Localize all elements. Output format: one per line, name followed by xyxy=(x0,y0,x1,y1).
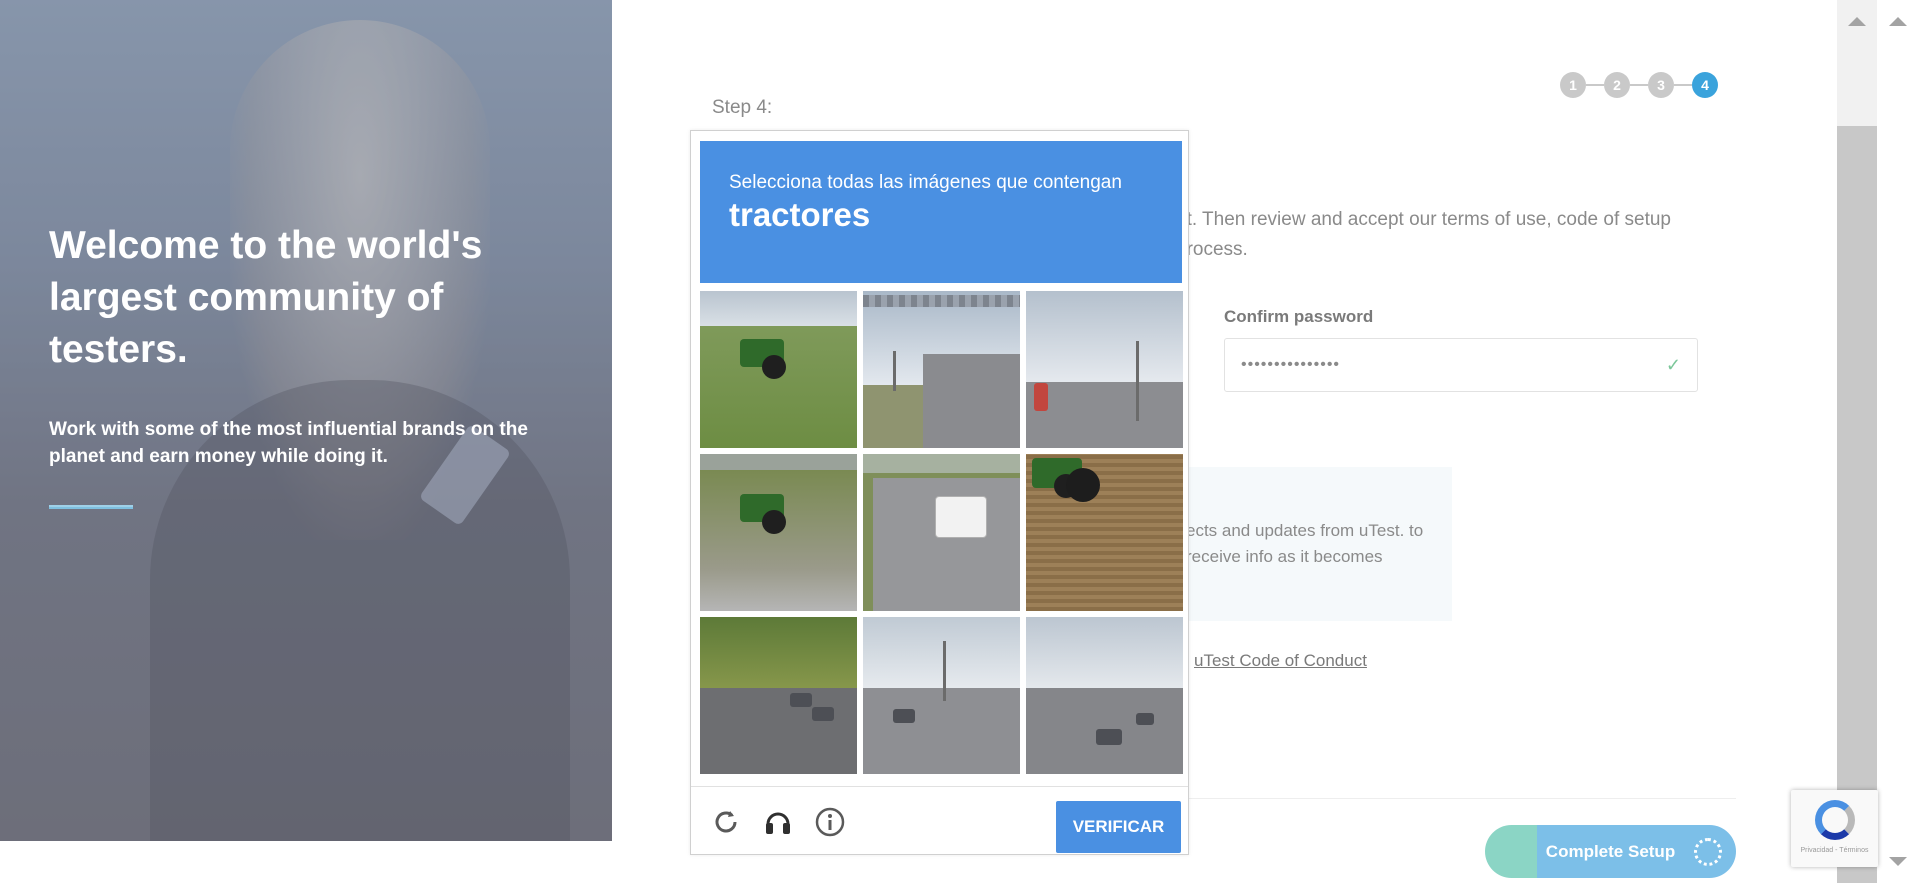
info-icon[interactable] xyxy=(813,805,847,839)
step-indicator: 1 2 3 4 xyxy=(1560,72,1718,98)
form-divider xyxy=(1186,798,1736,799)
captcha-tile[interactable] xyxy=(700,291,857,448)
confirm-password-value: ••••••••••••••• xyxy=(1241,356,1341,373)
captcha-tile[interactable] xyxy=(700,617,857,774)
recaptcha-badge[interactable]: Privacidad - Términos xyxy=(1791,790,1878,867)
hero-panel: Welcome to the world's largest community… xyxy=(0,0,612,841)
scroll-up-icon[interactable] xyxy=(1848,17,1866,26)
step-connector xyxy=(1586,84,1604,86)
hero-subtitle: Work with some of the most influential b… xyxy=(49,419,528,467)
audio-icon[interactable] xyxy=(761,805,795,839)
captcha-tile[interactable] xyxy=(863,291,1020,448)
captcha-header: Selecciona todas las imágenes que conten… xyxy=(700,141,1182,283)
captcha-target: tractores xyxy=(729,196,871,233)
inner-scrollbar[interactable] xyxy=(1837,0,1877,883)
step-description: nt. Then review and accept our terms of … xyxy=(1176,209,1671,260)
step-4: 4 xyxy=(1692,72,1718,98)
complete-setup-button[interactable]: Complete Setup xyxy=(1485,825,1736,878)
step-3: 3 xyxy=(1648,72,1674,98)
step-2: 2 xyxy=(1604,72,1630,98)
confirm-password-label: Confirm password xyxy=(1224,307,1374,326)
step-connector xyxy=(1630,84,1648,86)
captcha-tile[interactable] xyxy=(1026,291,1183,448)
loading-spinner-icon xyxy=(1694,838,1722,866)
outer-scrollbar[interactable] xyxy=(1877,0,1920,883)
recaptcha-terms: Privacidad - Términos xyxy=(1800,847,1869,854)
code-of-conduct-link[interactable]: uTest Code of Conduct xyxy=(1194,651,1367,671)
captcha-footer: VERIFICAR xyxy=(691,786,1188,854)
reload-icon[interactable] xyxy=(709,805,743,839)
captcha-tile[interactable] xyxy=(1026,617,1183,774)
verify-button[interactable]: VERIFICAR xyxy=(1056,801,1181,853)
check-icon: ✓ xyxy=(1665,354,1681,375)
step-1: 1 xyxy=(1560,72,1586,98)
hero-accent-bar xyxy=(49,505,133,509)
captcha-tile-grid xyxy=(700,291,1183,774)
confirm-password-field[interactable]: ••••••••••••••• ✓ xyxy=(1224,338,1698,392)
hero-title: Welcome to the world's largest community… xyxy=(49,224,483,371)
scroll-up-icon[interactable] xyxy=(1889,17,1907,26)
step-connector xyxy=(1674,84,1692,86)
captcha-tile[interactable] xyxy=(863,617,1020,774)
newsletter-info-text: ects and updates from uTest. to receive … xyxy=(1186,521,1424,566)
captcha-tile[interactable] xyxy=(1026,454,1183,611)
captcha-tile[interactable] xyxy=(700,454,857,611)
step-label: Step 4: xyxy=(712,97,773,118)
captcha-instruction: Selecciona todas las imágenes que conten… xyxy=(729,172,1122,193)
scrollbar-thumb[interactable] xyxy=(1837,126,1877,883)
scroll-down-icon[interactable] xyxy=(1889,857,1907,866)
captcha-challenge: Selecciona todas las imágenes que conten… xyxy=(690,130,1189,855)
captcha-tile[interactable] xyxy=(863,454,1020,611)
complete-setup-label: Complete Setup xyxy=(1545,841,1676,861)
recaptcha-logo-icon xyxy=(1815,800,1855,840)
